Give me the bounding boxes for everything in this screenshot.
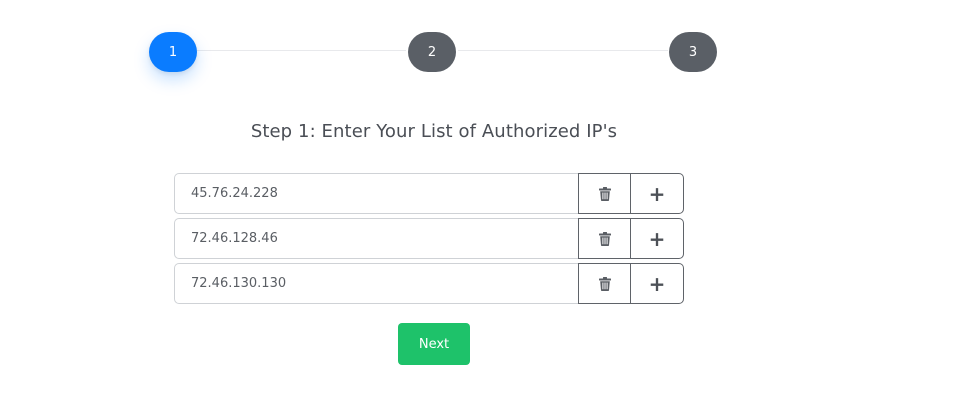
ip-input[interactable] (174, 218, 578, 259)
ip-row: + (174, 218, 684, 259)
trash-icon (598, 231, 611, 246)
add-ip-button[interactable]: + (631, 263, 684, 304)
trash-icon (598, 186, 611, 201)
trash-icon (598, 276, 611, 291)
delete-ip-button[interactable] (578, 263, 631, 304)
plus-icon: + (648, 271, 666, 296)
plus-icon: + (648, 226, 666, 251)
plus-icon: + (648, 181, 666, 206)
ip-list: + + (174, 173, 684, 308)
page-title: Step 1: Enter Your List of Authorized IP… (250, 121, 618, 142)
ip-row: + (174, 263, 684, 304)
step-2[interactable]: 2 (408, 32, 456, 72)
step-connector (458, 50, 668, 51)
next-button[interactable]: Next (398, 323, 470, 365)
ip-input[interactable] (174, 263, 578, 304)
step-1[interactable]: 1 (149, 32, 197, 72)
delete-ip-button[interactable] (578, 173, 631, 214)
add-ip-button[interactable]: + (631, 173, 684, 214)
stepper: 1 2 3 (0, 0, 961, 100)
delete-ip-button[interactable] (578, 218, 631, 259)
ip-row: + (174, 173, 684, 214)
step-3[interactable]: 3 (669, 32, 717, 72)
step-connector (196, 50, 406, 51)
add-ip-button[interactable]: + (631, 218, 684, 259)
ip-input[interactable] (174, 173, 578, 214)
